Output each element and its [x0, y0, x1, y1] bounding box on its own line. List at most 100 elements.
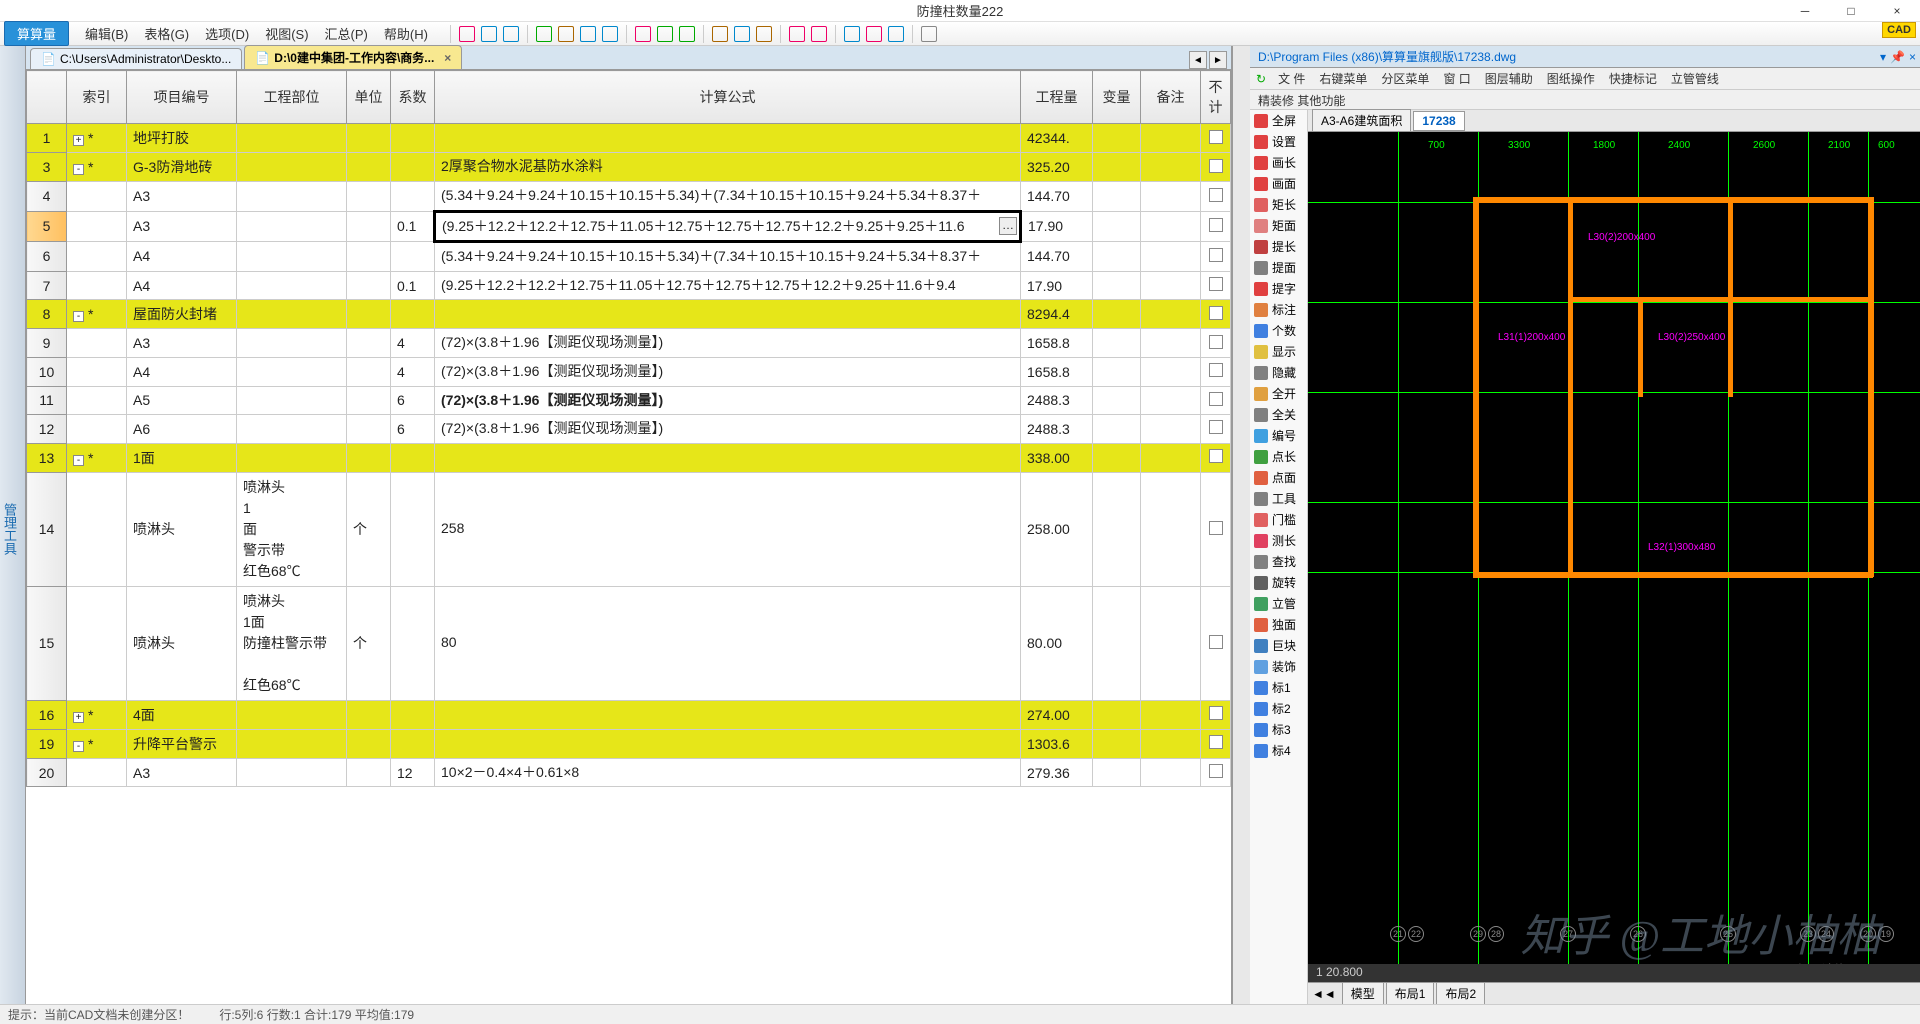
tool-点长[interactable]: 点长	[1250, 446, 1307, 467]
tree-cell[interactable]	[67, 386, 127, 415]
cell-qty[interactable]: 2488.3	[1021, 415, 1093, 444]
col-index[interactable]: 索引	[67, 71, 127, 124]
cell-formula[interactable]: (5.34＋9.24＋9.24＋10.15＋10.15＋5.34)＋(7.34＋…	[435, 182, 1021, 212]
row-header[interactable]: 5	[27, 211, 67, 242]
cell-formula[interactable]	[435, 729, 1021, 758]
cell-nc[interactable]	[1201, 124, 1231, 153]
tb-icon[interactable]	[503, 26, 519, 42]
cell-nc[interactable]	[1201, 472, 1231, 586]
table-row[interactable]: 19-*升降平台警示1303.6	[27, 729, 1231, 758]
cell-part[interactable]	[237, 300, 347, 329]
minimize-button[interactable]: ─	[1782, 0, 1828, 22]
cell-nc[interactable]	[1201, 242, 1231, 272]
tool-工具[interactable]: 工具	[1250, 488, 1307, 509]
row-header[interactable]: 13	[27, 443, 67, 472]
cell-note[interactable]	[1141, 242, 1201, 272]
cell-nc[interactable]	[1201, 357, 1231, 386]
tb-icon[interactable]	[844, 26, 860, 42]
tree-cell[interactable]	[67, 586, 127, 700]
cell-unit[interactable]	[347, 124, 391, 153]
cell-part[interactable]	[237, 386, 347, 415]
row-header[interactable]: 8	[27, 300, 67, 329]
cell-qty[interactable]: 1303.6	[1021, 729, 1093, 758]
row-header[interactable]: 9	[27, 329, 67, 358]
tab-nav-prev[interactable]: ◄◄	[1312, 987, 1336, 1001]
cell-var[interactable]	[1093, 386, 1141, 415]
close-button[interactable]: ×	[1874, 0, 1920, 22]
cell-note[interactable]	[1141, 153, 1201, 182]
table-row[interactable]: 16+*4面274.00	[27, 700, 1231, 729]
cell-formula[interactable]: 80	[435, 586, 1021, 700]
cell-coef[interactable]	[391, 153, 435, 182]
tool-立管[interactable]: 立管	[1250, 593, 1307, 614]
tree-cell[interactable]	[67, 357, 127, 386]
cell-part[interactable]: 喷淋头 1面 防撞柱警示带 红色68℃	[237, 586, 347, 700]
cell-nc[interactable]	[1201, 300, 1231, 329]
cell-nc[interactable]	[1201, 586, 1231, 700]
col-unit[interactable]: 单位	[347, 71, 391, 124]
row-header[interactable]: 12	[27, 415, 67, 444]
tool-标3[interactable]: 标3	[1250, 719, 1307, 740]
checkbox[interactable]	[1209, 521, 1223, 535]
cell-var[interactable]	[1093, 758, 1141, 787]
row-header[interactable]: 10	[27, 357, 67, 386]
cell-var[interactable]	[1093, 329, 1141, 358]
cell-coef[interactable]: 4	[391, 329, 435, 358]
col-coef[interactable]: 系数	[391, 71, 435, 124]
cell-unit[interactable]	[347, 700, 391, 729]
cell-note[interactable]	[1141, 472, 1201, 586]
cell-nc[interactable]	[1201, 271, 1231, 300]
cell-note[interactable]	[1141, 271, 1201, 300]
cell-unit[interactable]	[347, 415, 391, 444]
maximize-button[interactable]: □	[1828, 0, 1874, 22]
cell-unit[interactable]	[347, 357, 391, 386]
cell-part[interactable]	[237, 242, 347, 272]
cell-var[interactable]	[1093, 153, 1141, 182]
tool-巨块[interactable]: 巨块	[1250, 635, 1307, 656]
tb-icon[interactable]	[459, 26, 475, 42]
checkbox[interactable]	[1209, 635, 1223, 649]
cell-project[interactable]: A3	[127, 182, 237, 212]
cell-part[interactable]	[237, 700, 347, 729]
cell-unit[interactable]	[347, 153, 391, 182]
tb-icon[interactable]	[635, 26, 651, 42]
rmenu-layer[interactable]: 图层辅助	[1479, 69, 1539, 88]
tool-显示[interactable]: 显示	[1250, 341, 1307, 362]
cell-var[interactable]	[1093, 211, 1141, 242]
cell-note[interactable]	[1141, 329, 1201, 358]
tb-icon[interactable]	[756, 26, 772, 42]
cell-var[interactable]	[1093, 300, 1141, 329]
tb-icon[interactable]	[866, 26, 882, 42]
cell-coef[interactable]	[391, 443, 435, 472]
cell-formula[interactable]	[435, 124, 1021, 153]
tool-标2[interactable]: 标2	[1250, 698, 1307, 719]
cell-formula[interactable]: (5.34＋9.24＋9.24＋10.15＋10.15＋5.34)＋(7.34＋…	[435, 242, 1021, 272]
cell-project[interactable]: 1面	[127, 443, 237, 472]
tool-矩长[interactable]: 矩长	[1250, 194, 1307, 215]
ellipsis-button[interactable]: …	[999, 217, 1017, 235]
rmenu-context[interactable]: 右键菜单	[1313, 69, 1373, 88]
tb-icon[interactable]	[888, 26, 904, 42]
table-row[interactable]: 9A34(72)×(3.8＋1.96【测距仪现场测量】)1658.8	[27, 329, 1231, 358]
cell-qty[interactable]: 279.36	[1021, 758, 1093, 787]
cell-part[interactable]	[237, 124, 347, 153]
scrollbar-v[interactable]	[1232, 46, 1250, 1004]
cell-project[interactable]: A3	[127, 211, 237, 242]
close-pane-icon[interactable]: ×	[1909, 50, 1916, 64]
calc-button[interactable]: 算算量	[4, 21, 69, 46]
cell-qty[interactable]: 144.70	[1021, 182, 1093, 212]
tool-点面[interactable]: 点面	[1250, 467, 1307, 488]
checkbox[interactable]	[1209, 735, 1223, 749]
tb-icon[interactable]	[558, 26, 574, 42]
cell-formula[interactable]	[435, 700, 1021, 729]
cell-note[interactable]	[1141, 124, 1201, 153]
tree-cell[interactable]	[67, 758, 127, 787]
tool-装饰[interactable]: 装饰	[1250, 656, 1307, 677]
rmenu-mark[interactable]: 快捷标记	[1603, 69, 1663, 88]
cell-qty[interactable]: 17.90	[1021, 211, 1093, 242]
cell-qty[interactable]: 2488.3	[1021, 386, 1093, 415]
checkbox[interactable]	[1209, 248, 1223, 262]
cell-var[interactable]	[1093, 182, 1141, 212]
model-tab[interactable]: 模型	[1342, 982, 1384, 1005]
cell-note[interactable]	[1141, 758, 1201, 787]
